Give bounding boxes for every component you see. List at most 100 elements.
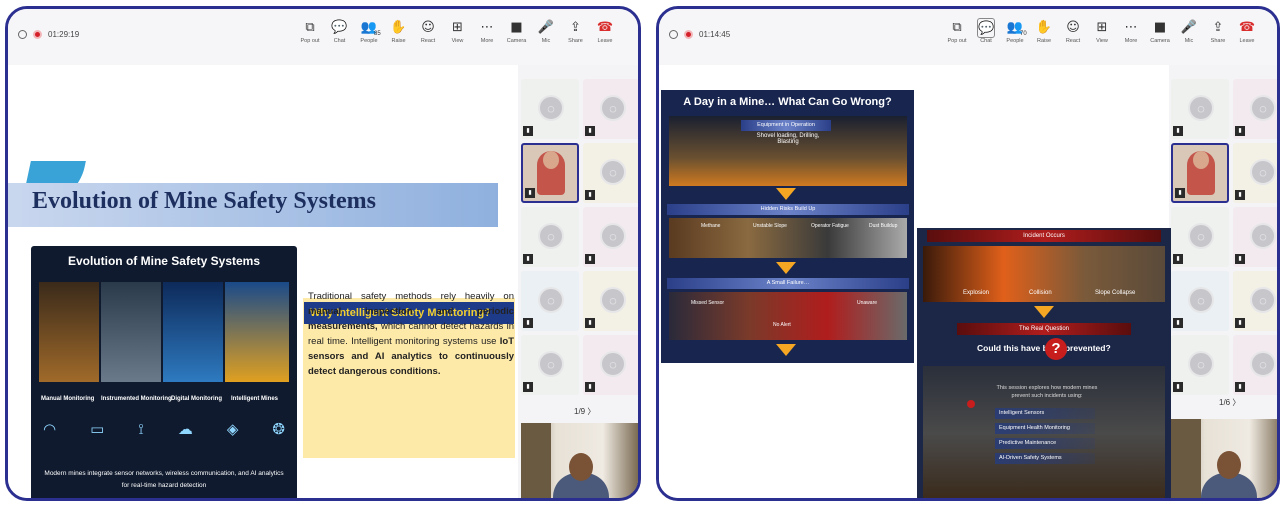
meeting-timer: 01:29:19 xyxy=(48,30,80,39)
participant-tile[interactable]: ◌ ▮ xyxy=(1233,143,1277,203)
leave-icon: ☎ xyxy=(596,20,614,35)
participant-video-tile[interactable]: ▮ xyxy=(521,143,579,203)
leave-button[interactable]: ☎ Leave xyxy=(1232,18,1262,44)
shared-slide: Evolution of Mine Safety Systems Evoluti… xyxy=(8,65,518,498)
wifi-icon: ◠ xyxy=(43,420,57,438)
react-button[interactable]: ☺ React xyxy=(413,18,443,44)
participant-tile[interactable]: ◌ ▮ xyxy=(1171,79,1229,139)
down-arrow-icon xyxy=(776,188,796,200)
raise-hand-icon: ✋ xyxy=(1035,20,1053,35)
meeting-toolbar: 01:29:19 ⧉ Pop out 💬 Chat 👥 85 People ✋ Raise ☺ Re… xyxy=(8,9,638,65)
share-button[interactable]: ⇪ Share xyxy=(1203,18,1233,44)
down-arrow-icon xyxy=(1034,306,1054,318)
view-button[interactable]: ⊞ View xyxy=(443,18,473,44)
recording-indicator: 01:29:19 xyxy=(18,30,79,39)
avatar-icon: ◌ xyxy=(538,223,564,249)
stage-image-instrumented xyxy=(101,282,161,382)
participant-pager[interactable]: 1/9 〉 xyxy=(574,406,595,417)
stage-label: Digital Monitoring xyxy=(171,396,222,402)
react-button[interactable]: ☺ React xyxy=(1058,18,1088,44)
participant-grid: ◌ ▮ ◌ ▮ ▮ ◌ ▮ ◌ ▮ ◌ ▮ ◌ ▮ ◌ ▮ ◌ ▮ ◌ ▮ xyxy=(1171,79,1277,395)
toolbar-label: People xyxy=(1006,38,1024,44)
mic-button[interactable]: 🎤 Mic xyxy=(531,18,561,44)
toolbar-label: Raise xyxy=(1036,38,1052,44)
participant-tile[interactable]: ◌ ▮ xyxy=(583,143,638,203)
popout-icon: ⧉ xyxy=(952,20,962,35)
leave-button[interactable]: ☎ Leave xyxy=(590,18,620,44)
avatar-icon: ◌ xyxy=(1250,351,1276,377)
share-button[interactable]: ⇪ Share xyxy=(561,18,591,44)
toolbar-label: People xyxy=(360,38,378,44)
toolbar-label: More xyxy=(1124,38,1138,44)
participant-tile[interactable]: ◌ ▮ xyxy=(583,335,638,395)
mic-muted-icon: ▮ xyxy=(523,382,533,392)
more-button[interactable]: ⋯ More xyxy=(472,18,502,44)
participant-tile[interactable]: ◌ ▮ xyxy=(521,271,579,331)
view-button[interactable]: ⊞ View xyxy=(1087,18,1117,44)
toolbar-label: Camera xyxy=(1150,38,1170,44)
record-icon xyxy=(33,30,42,39)
brain-icon: ❂ xyxy=(272,420,285,438)
people-button[interactable]: 👥 70 People xyxy=(1000,18,1030,44)
participant-tile[interactable]: ◌ ▮ xyxy=(521,207,579,267)
antenna-icon: ⟟ xyxy=(138,420,144,438)
participant-tile[interactable]: ◌ ▮ xyxy=(1171,271,1229,331)
participant-count: 70 xyxy=(1020,31,1027,37)
people-button[interactable]: 👥 85 People xyxy=(354,18,384,44)
participant-tile[interactable]: ◌ ▮ xyxy=(1171,207,1229,267)
info-panel-text: Traditional safety methods rely heavily … xyxy=(308,291,514,377)
meeting-timer: 01:14:45 xyxy=(699,30,731,39)
mic-muted-icon: ▮ xyxy=(523,318,533,328)
chat-button[interactable]: 💬 Chat xyxy=(325,18,355,44)
participant-video-tile[interactable]: ▮ xyxy=(1171,143,1229,203)
avatar-icon: ◌ xyxy=(600,287,626,313)
more-icon: ⋯ xyxy=(1124,20,1138,35)
mic-muted-icon: ▮ xyxy=(1173,126,1183,136)
stage-image-digital xyxy=(163,282,223,382)
avatar-icon: ◌ xyxy=(1250,95,1276,121)
incident-label: Collision xyxy=(1029,290,1052,296)
mic-icon: 🎤 xyxy=(537,20,555,35)
meeting-window-left: 01:29:19 ⧉ Pop out 💬 Chat 👥 85 People ✋ Raise ☺ Re… xyxy=(5,6,641,501)
camera-button[interactable]: ■ Camera xyxy=(1145,18,1175,44)
participant-grid: ◌ ▮ ◌ ▮ ▮ ◌ ▮ ◌ ▮ ◌ ▮ ◌ ▮ ◌ ▮ ◌ ▮ ◌ ▮ xyxy=(521,79,638,395)
toolbar-label: More xyxy=(480,38,494,44)
more-button[interactable]: ⋯ More xyxy=(1116,18,1146,44)
mic-muted-icon: ▮ xyxy=(1173,254,1183,264)
participant-tile[interactable]: ◌ ▮ xyxy=(583,271,638,331)
mic-muted-icon: ▮ xyxy=(585,254,595,264)
participant-tile[interactable]: ◌ ▮ xyxy=(1171,335,1229,395)
participant-tile[interactable]: ◌ ▮ xyxy=(583,207,638,267)
participant-tile[interactable]: ◌ ▮ xyxy=(521,335,579,395)
popout-button[interactable]: ⧉ Pop out xyxy=(942,18,972,44)
participant-tile[interactable]: ◌ ▮ xyxy=(1233,207,1277,267)
participant-pager[interactable]: 1/6 〉 xyxy=(1219,397,1240,408)
leave-icon: ☎ xyxy=(1238,20,1256,35)
bullet-item: Equipment Health Monitoring xyxy=(995,423,1095,434)
incident-label: Explosion xyxy=(963,290,990,296)
chat-icon: 💬 xyxy=(977,18,995,38)
react-icon: ☺ xyxy=(421,20,435,35)
avatar-icon: ◌ xyxy=(600,223,626,249)
mic-muted-icon: ▮ xyxy=(525,188,535,198)
participant-tile[interactable]: ◌ ▮ xyxy=(521,79,579,139)
infographic-title: A Day in a Mine… What Can Go Wrong? xyxy=(683,96,892,108)
participant-tile[interactable]: ◌ ▮ xyxy=(1233,79,1277,139)
participant-tile[interactable]: ◌ ▮ xyxy=(1233,271,1277,331)
mic-button[interactable]: 🎤 Mic xyxy=(1174,18,1204,44)
toolbar-label: Share xyxy=(1210,38,1226,44)
share-icon: ⇪ xyxy=(570,20,581,35)
failure-label: Unaware xyxy=(857,300,878,306)
participant-tile[interactable]: ◌ ▮ xyxy=(583,79,638,139)
infographic-top: A Day in a Mine… What Can Go Wrong? Equi… xyxy=(661,90,914,363)
chat-button[interactable]: 💬 Chat xyxy=(971,18,1001,44)
camera-button[interactable]: ■ Camera xyxy=(502,18,532,44)
more-icon: ⋯ xyxy=(480,20,494,35)
raise-hand-button[interactable]: ✋ Raise xyxy=(384,18,414,44)
popout-button[interactable]: ⧉ Pop out xyxy=(295,18,325,44)
toolbar-label: Camera xyxy=(506,38,527,44)
participant-tile[interactable]: ◌ ▮ xyxy=(1233,335,1277,395)
raise-hand-button[interactable]: ✋ Raise xyxy=(1029,18,1059,44)
failure-label: No Alert xyxy=(773,322,791,328)
mic-icon: 🎤 xyxy=(1180,20,1198,35)
